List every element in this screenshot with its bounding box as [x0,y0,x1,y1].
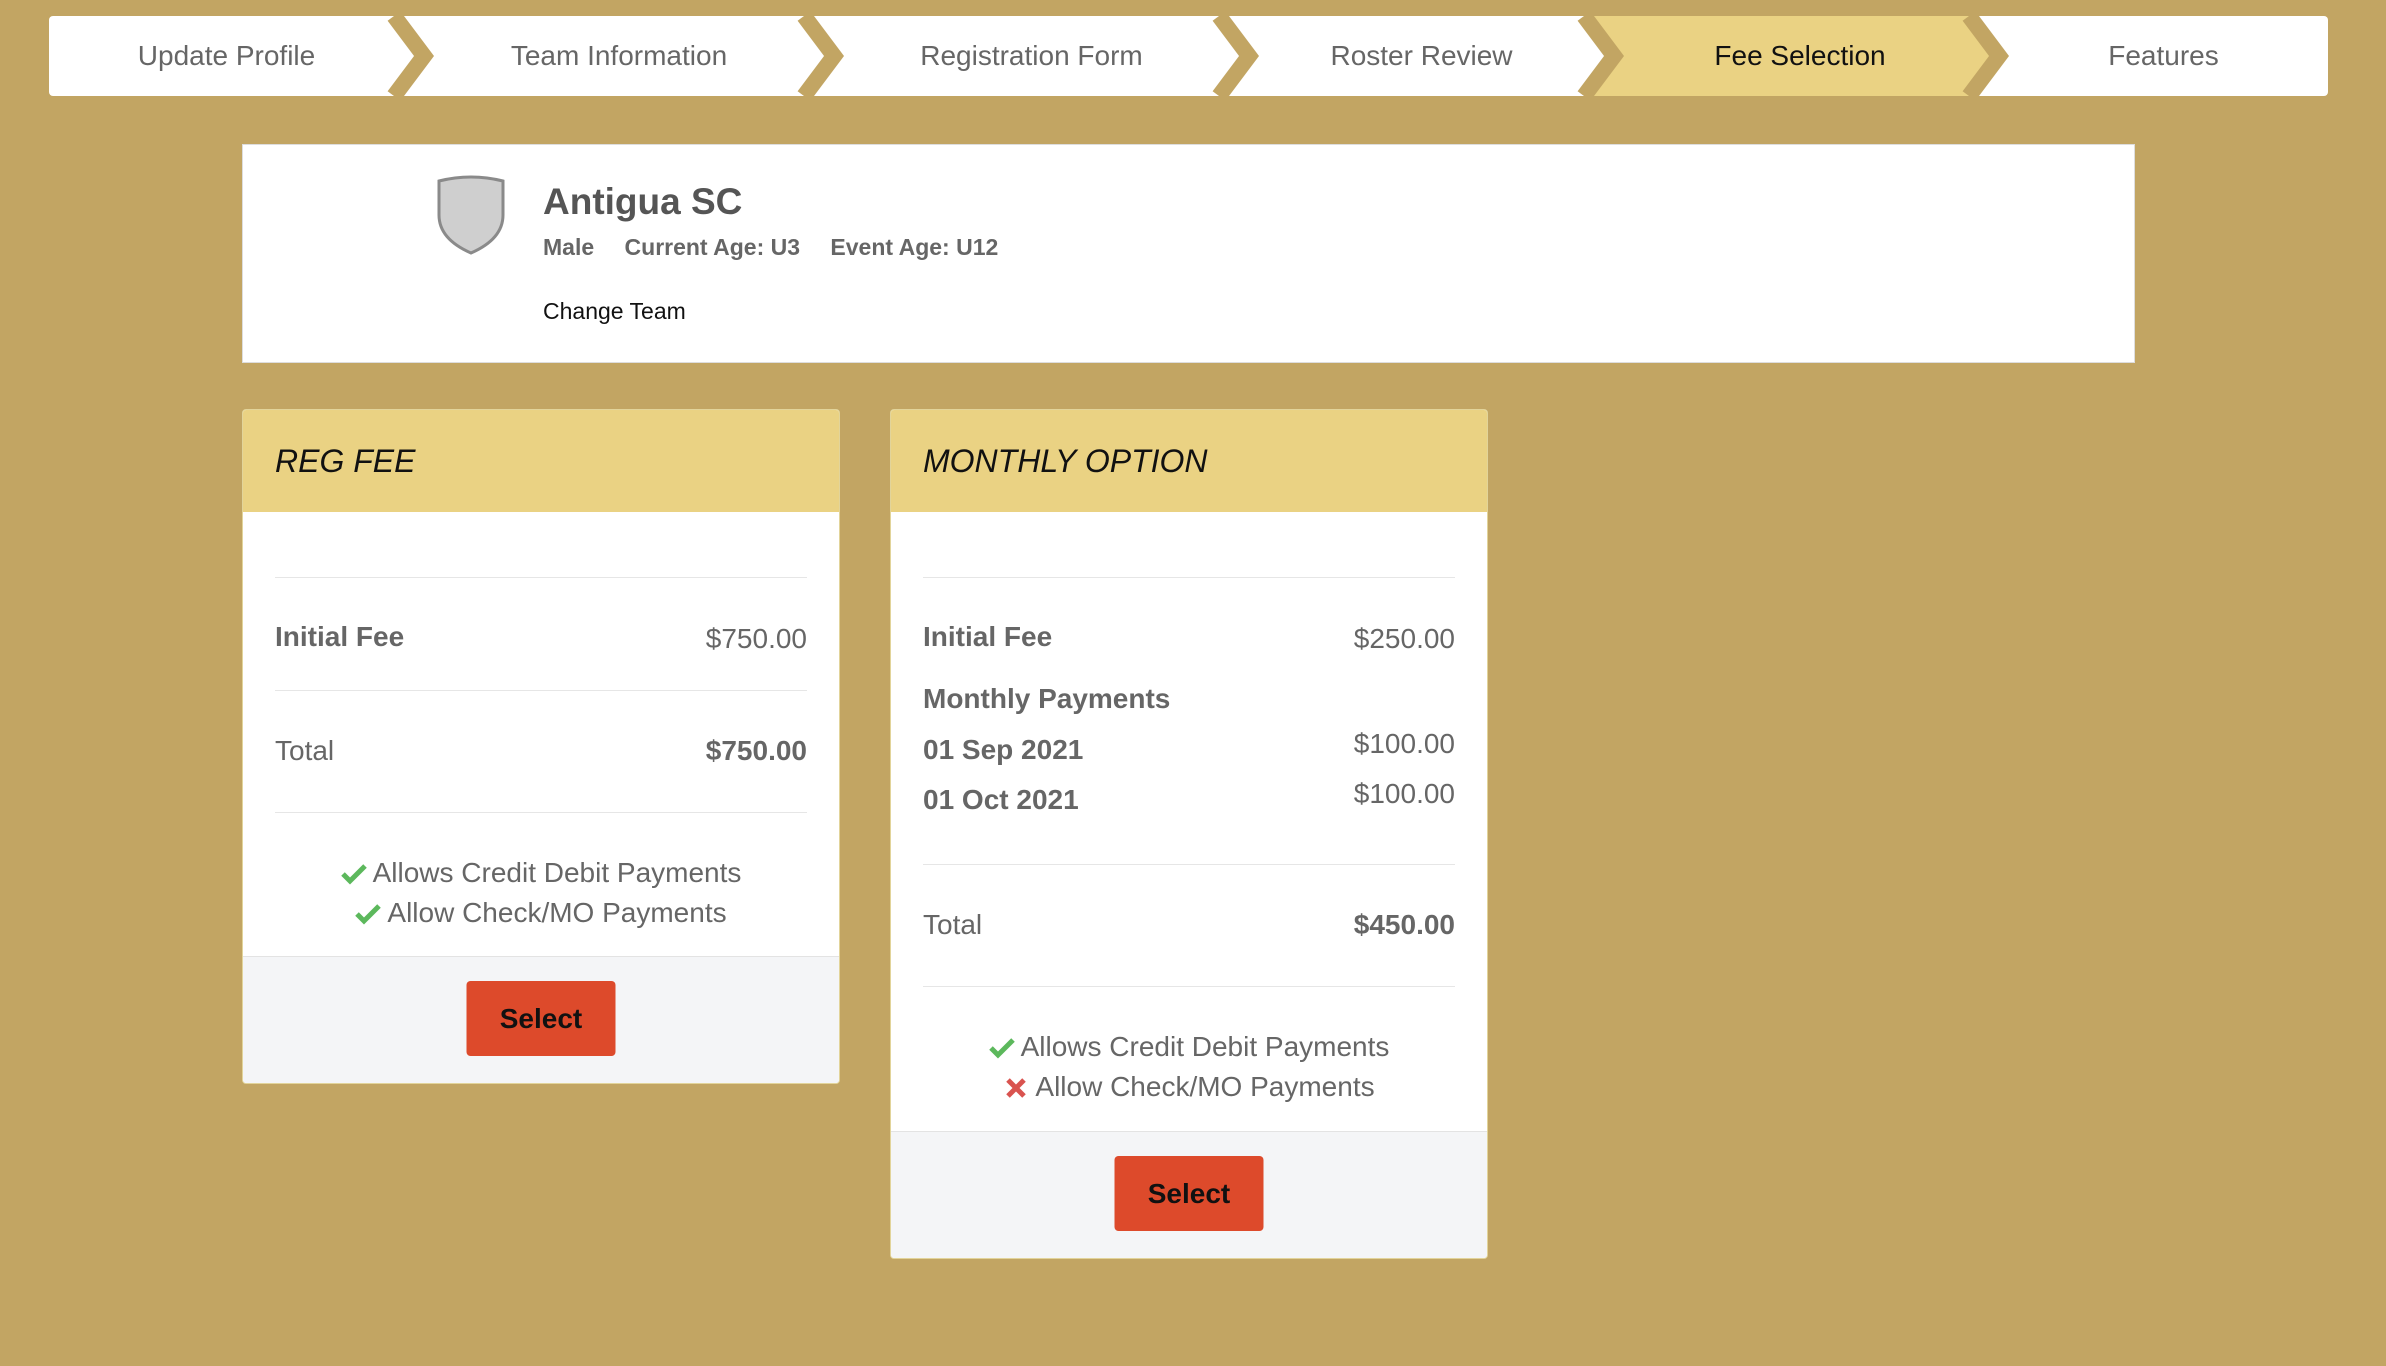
initial-fee-value: $750.00 [705,623,807,654]
payment-date: 01 Sep 2021 [923,734,1084,765]
divider [275,812,807,813]
divider [923,577,1455,578]
fee-card-monthly-option: MONTHLY OPTION Initial Fee $250.00 Month… [890,409,1488,1259]
fee-card-reg-fee: REG FEE Initial Fee $750.00 Total $750.0… [242,409,840,1084]
step-features[interactable]: Features [1999,16,2328,96]
step-team-information[interactable]: Team Information [424,16,814,96]
team-event-age: Event Age: U12 [830,234,999,260]
total-value: $450.00 [1353,909,1455,940]
cross-icon [1006,1078,1027,1098]
step-update-profile[interactable]: Update Profile [49,16,404,96]
monthly-payments-label: Monthly Payments [923,683,1171,714]
total-value: $750.00 [705,735,807,766]
team-name: Antigua SC [543,181,743,222]
step-fee-selection[interactable]: Fee Selection [1616,16,1984,96]
fee-card-footer: Select [891,1131,1487,1258]
progress-stepper: Update Profile Team Information Registra… [49,16,2328,96]
divider [275,690,807,691]
payment-amount: $100.00 [1353,778,1455,809]
allow-check-payments: Allow Check/MO Payments [891,1071,1487,1103]
divider [923,986,1455,987]
step-roster-review[interactable]: Roster Review [1249,16,1594,96]
divider [923,864,1455,865]
fee-card-footer: Select [243,956,839,1083]
allow-card-payments: Allows Credit Debit Payments [243,857,839,889]
team-current-age: Current Age: U3 [624,234,801,260]
step-registration-form[interactable]: Registration Form [834,16,1229,96]
fee-card-title: REG FEE [243,410,839,512]
check-icon [340,864,367,885]
divider [275,577,807,578]
check-icon [355,904,382,925]
select-monthly-option-button[interactable]: Select [1114,1156,1264,1231]
shield-icon [437,175,505,255]
allow-card-payments: Allows Credit Debit Payments [891,1031,1487,1063]
team-card: Antigua SC Male Current Age: U3 Event Ag… [242,144,2135,363]
change-team-link[interactable]: Change Team [543,298,686,325]
initial-fee-label: Initial Fee [275,621,405,652]
initial-fee-label: Initial Fee [923,621,1053,652]
fee-card-title: MONTHLY OPTION [891,410,1487,512]
team-meta: Male Current Age: U3 Event Age: U12 [543,234,1022,261]
total-label: Total [275,735,335,766]
select-reg-fee-button[interactable]: Select [466,981,616,1056]
initial-fee-value: $250.00 [1353,623,1455,654]
payment-date: 01 Oct 2021 [923,784,1079,815]
team-gender: Male [543,234,595,260]
check-icon [988,1038,1015,1059]
payment-amount: $100.00 [1353,728,1455,759]
allow-check-payments: Allow Check/MO Payments [243,897,839,929]
total-label: Total [923,909,983,940]
